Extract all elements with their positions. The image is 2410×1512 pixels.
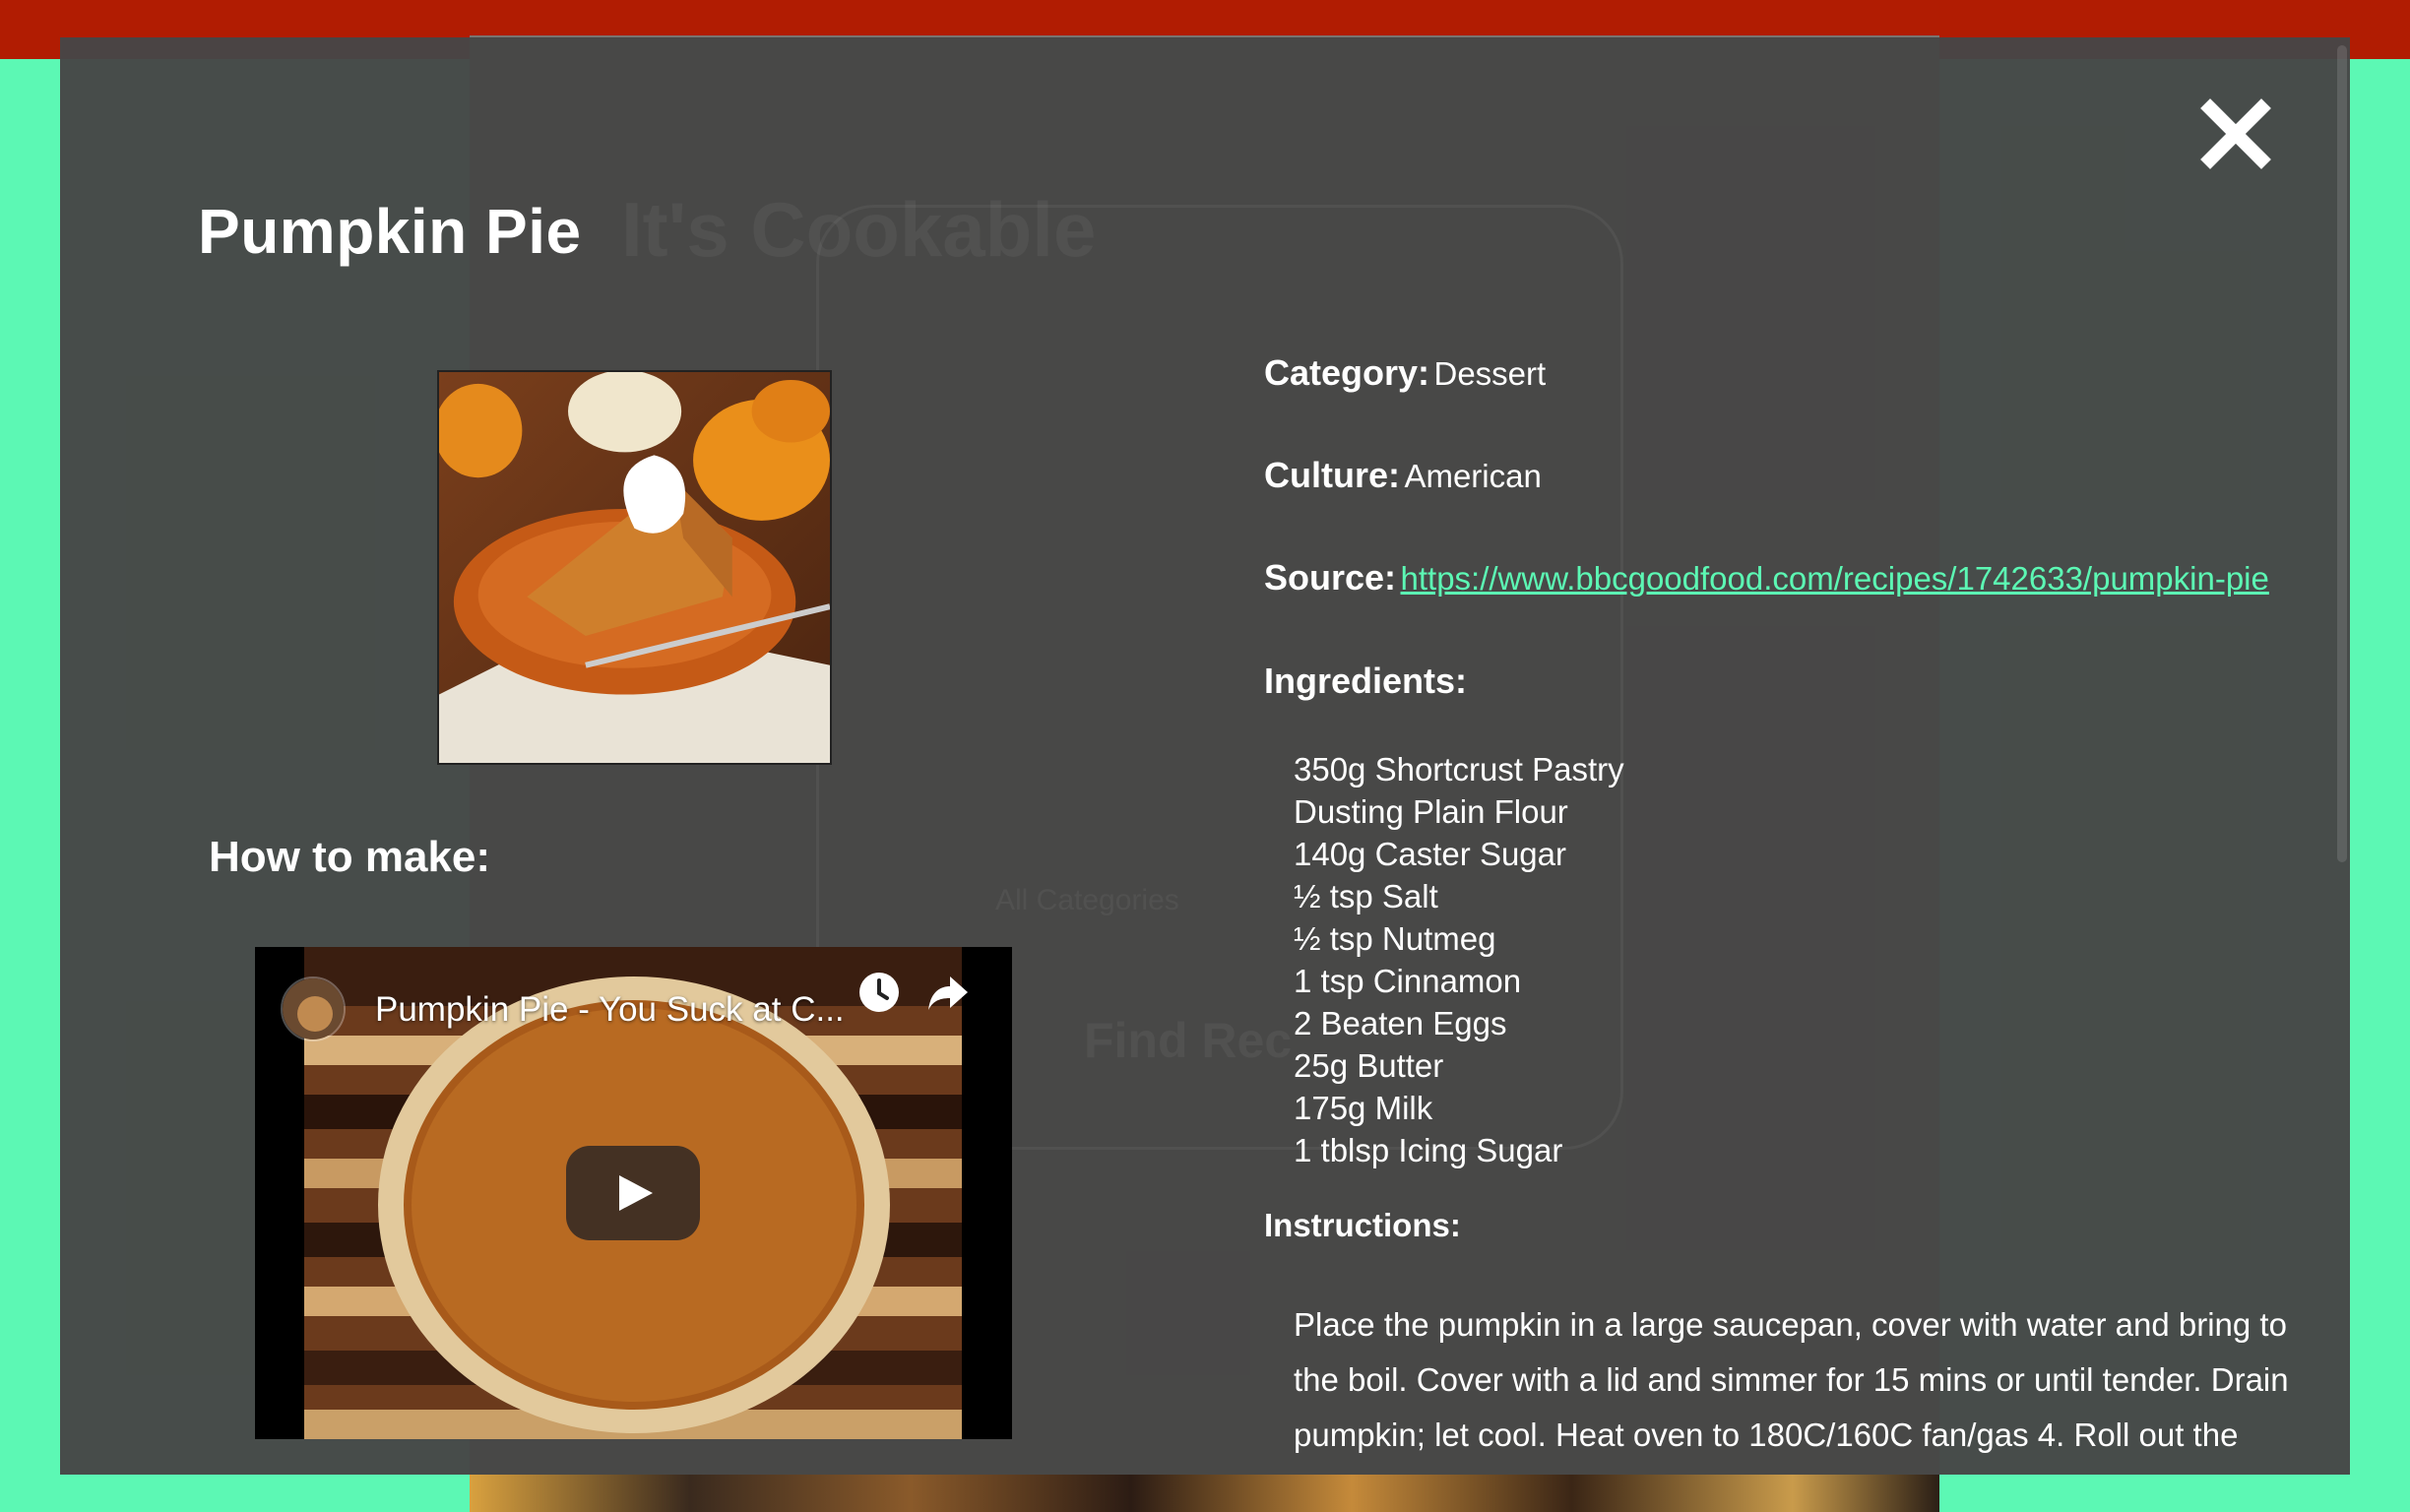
recipe-image xyxy=(437,370,832,765)
ingredient-item: 25g Butter xyxy=(1294,1047,1444,1084)
ingredients-list: 350g Shortcrust Pastry Dusting Plain Flo… xyxy=(1294,748,1624,1171)
ingredient-item: Dusting Plain Flour xyxy=(1294,793,1568,830)
background-faint-text: Find Rec xyxy=(1084,1013,1293,1068)
ingredient-item: 350g Shortcrust Pastry xyxy=(1294,751,1624,788)
recipe-title: Pumpkin Pie xyxy=(198,196,582,267)
recipe-modal: It's Cookable All Categories Find Rec Pu… xyxy=(60,37,2350,1475)
category-label: Category: xyxy=(1264,352,1430,393)
play-icon xyxy=(566,1146,700,1240)
source-link[interactable]: https://www.bbcgoodfood.com/recipes/1742… xyxy=(1401,560,2269,597)
modal-scrollbar[interactable] xyxy=(2334,37,2350,1475)
source-row: Source: https://www.bbcgoodfood.com/reci… xyxy=(1264,557,2269,598)
clock-icon[interactable] xyxy=(857,971,901,1014)
ingredient-item: 1 tsp Cinnamon xyxy=(1294,963,1522,999)
culture-row: Culture: American xyxy=(1264,455,1542,496)
source-label: Source: xyxy=(1264,557,1397,598)
how-to-make-heading: How to make: xyxy=(209,833,491,881)
scrollbar-thumb[interactable] xyxy=(2337,45,2347,862)
video-player[interactable]: Pumpkin Pie - You Suck at C... xyxy=(255,947,1012,1439)
culture-label: Culture: xyxy=(1264,455,1400,495)
share-icon[interactable] xyxy=(924,969,972,1016)
ingredient-item: 1 tblsp Icing Sugar xyxy=(1294,1132,1563,1168)
background-faint-text: All Categories xyxy=(995,884,1179,916)
ingredients-label: Ingredients: xyxy=(1264,661,1468,701)
close-button[interactable] xyxy=(2198,96,2273,171)
instructions-text: Place the pumpkin in a large saucepan, c… xyxy=(1294,1306,2289,1453)
background-photo-strip xyxy=(470,1475,1939,1512)
instructions-heading-row: Instructions: xyxy=(1264,1207,1461,1244)
ingredient-item: ½ tsp Nutmeg xyxy=(1294,920,1496,957)
play-button[interactable] xyxy=(566,1146,700,1240)
ingredients-heading-row: Ingredients: xyxy=(1264,661,1467,702)
category-value: Dessert xyxy=(1433,355,1547,392)
ingredient-item: ½ tsp Salt xyxy=(1294,878,1438,914)
instructions-label: Instructions: xyxy=(1264,1207,1461,1243)
ingredient-item: 175g Milk xyxy=(1294,1090,1433,1126)
video-title[interactable]: Pumpkin Pie - You Suck at C... xyxy=(375,990,845,1030)
channel-avatar[interactable] xyxy=(281,976,346,1041)
culture-value: American xyxy=(1404,458,1542,494)
ingredient-item: 140g Caster Sugar xyxy=(1294,836,1567,872)
close-icon xyxy=(2200,98,2271,169)
ingredient-item: 2 Beaten Eggs xyxy=(1294,1005,1507,1041)
category-row: Category: Dessert xyxy=(1264,352,1546,394)
